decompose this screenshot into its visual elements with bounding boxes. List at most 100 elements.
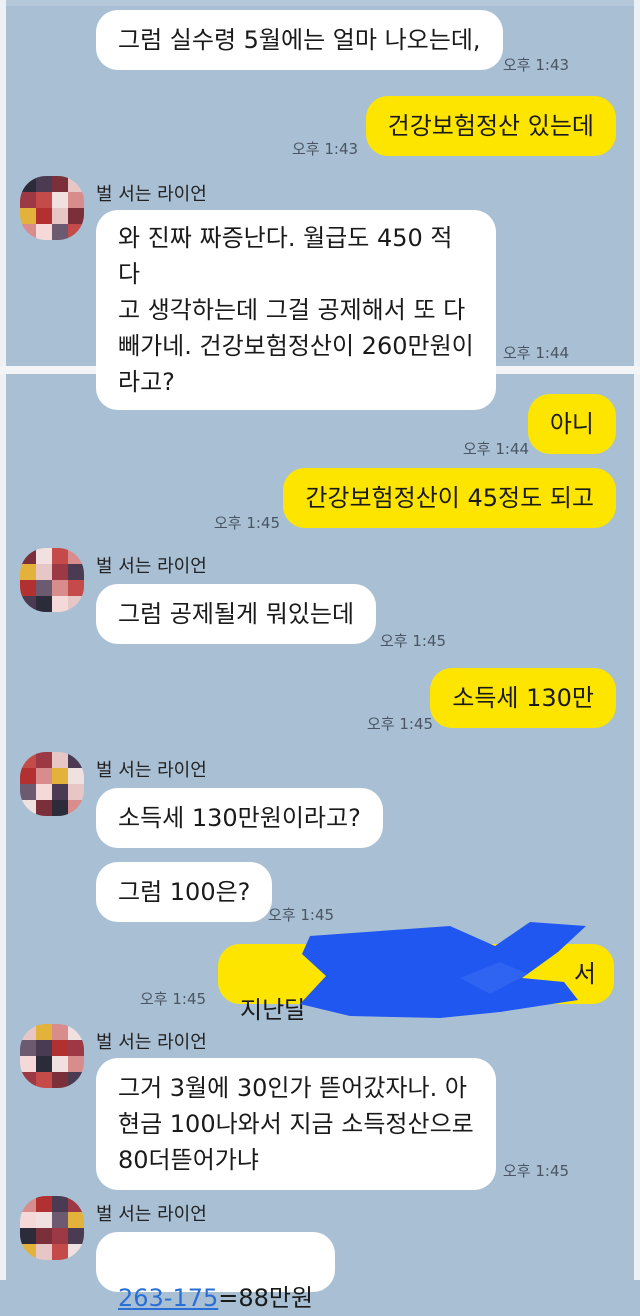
sender-name: 벌 서는 라이언 (96, 1032, 207, 1053)
avatar-tile (36, 800, 52, 816)
avatar-tile (20, 548, 36, 564)
avatar-tile (36, 768, 52, 784)
avatar-tile (68, 784, 84, 800)
avatar-tile (68, 800, 84, 816)
avatar-tile (36, 580, 52, 596)
avatar-tile (52, 784, 68, 800)
avatar-tile (36, 224, 52, 240)
avatar-tile (20, 224, 36, 240)
avatar-tile (52, 1024, 68, 1040)
avatar-tile (68, 1244, 84, 1260)
avatar-tile (52, 564, 68, 580)
avatar-tile (68, 1212, 84, 1228)
message-time: 오후 1:43 (503, 56, 570, 74)
avatar-tile (36, 176, 52, 192)
avatar-tile (52, 1056, 68, 1072)
message-time: 오후 1:45 (380, 632, 447, 650)
message-bubble-outgoing[interactable]: 건강보험정산 있는데 (365, 96, 616, 156)
avatar-tile (68, 752, 84, 768)
avatar-tile (52, 1244, 68, 1260)
avatar-tile (68, 1072, 84, 1088)
message-bubble-incoming[interactable]: 그럼 실수령 5월에는 얼마 나오는데, (96, 10, 503, 70)
phone-link[interactable]: 263-175 (118, 1284, 218, 1312)
avatar-tile (36, 1072, 52, 1088)
avatar-tile (52, 192, 68, 208)
sender-avatar[interactable] (20, 1024, 84, 1088)
avatar-tile (20, 176, 36, 192)
avatar-tile (36, 208, 52, 224)
avatar-tile (36, 564, 52, 580)
sender-name: 벌 서는 라이언 (96, 556, 207, 577)
avatar-tile (20, 1196, 36, 1212)
avatar-tile (20, 1212, 36, 1228)
avatar-tile (68, 208, 84, 224)
message-bubble-incoming[interactable]: 그거 3월에 30인가 뜯어갔자나. 아 현금 100나와서 지금 소득정산으로… (96, 1058, 496, 1190)
avatar-tile (36, 1040, 52, 1056)
avatar-tile (20, 564, 36, 580)
message-bubble-incoming[interactable]: 그럼 공제될게 뭐있는데 (96, 584, 377, 644)
sender-avatar[interactable] (20, 1196, 84, 1260)
avatar-tile (52, 580, 68, 596)
message-bubble-incoming[interactable]: 263-175=88만원 (96, 1232, 336, 1312)
avatar-tile (36, 1024, 52, 1040)
avatar-tile (68, 1056, 84, 1072)
sender-avatar[interactable] (20, 548, 84, 612)
avatar-tile (52, 752, 68, 768)
avatar-tile (68, 224, 84, 240)
avatar-tile (68, 1040, 84, 1056)
avatar-tile (20, 1024, 36, 1040)
avatar-tile (68, 192, 84, 208)
avatar-tile (20, 208, 36, 224)
avatar-tile (20, 580, 36, 596)
avatar-tile (20, 1244, 36, 1260)
avatar-tile (52, 176, 68, 192)
avatar-tile (68, 1196, 84, 1212)
avatar-tile (52, 596, 68, 612)
message-bubble-incoming[interactable]: 그럼 100은? (96, 862, 273, 922)
avatar-tile (36, 784, 52, 800)
sender-name: 벌 서는 라이언 (96, 184, 207, 205)
avatar-tile (20, 1056, 36, 1072)
message-bubble-outgoing[interactable]: 아니 (527, 394, 616, 454)
avatar-tile (68, 564, 84, 580)
screenshot-top-edge (0, 0, 640, 6)
screenshot-left-edge (0, 0, 6, 1280)
sender-avatar[interactable] (20, 752, 84, 816)
message-time: 오후 1:44 (463, 440, 530, 458)
message-bubble-incoming[interactable]: 와 진짜 짜증난다. 월급도 450 적다 고 생각하는데 그걸 공제해서 또 … (96, 210, 496, 410)
message-bubble-outgoing[interactable]: 간강보험정산이 45정도 되고 (283, 468, 616, 528)
avatar-tile (36, 1244, 52, 1260)
message-time: 오후 1:45 (503, 1162, 570, 1180)
message-bubble-incoming[interactable]: 소득세 130만원이라고? (96, 788, 383, 848)
message-time: 오후 1:45 (214, 514, 281, 532)
avatar-tile (20, 192, 36, 208)
message-time: 오후 1:43 (292, 140, 359, 158)
message-time: 오후 1:44 (503, 344, 570, 362)
avatar-tile (36, 596, 52, 612)
avatar-tile (36, 1228, 52, 1244)
message-time: 오후 1:45 (367, 715, 434, 733)
avatar-tile (68, 1228, 84, 1244)
message-time: 오후 1:45 (140, 990, 207, 1008)
avatar-tile (36, 192, 52, 208)
message-bubble-outgoing[interactable]: 소득세 130만 (430, 668, 616, 728)
avatar-tile (20, 800, 36, 816)
avatar-tile (20, 1072, 36, 1088)
avatar-tile (52, 768, 68, 784)
avatar-tile (52, 1196, 68, 1212)
sender-name: 벌 서는 라이언 (96, 760, 207, 781)
redaction-scribble (300, 922, 586, 1018)
avatar-tile (68, 1024, 84, 1040)
avatar-tile (52, 224, 68, 240)
avatar-tile (52, 1040, 68, 1056)
avatar-tile (20, 784, 36, 800)
screenshot-right-edge (634, 0, 640, 1280)
avatar-tile (68, 548, 84, 564)
avatar-tile (20, 596, 36, 612)
avatar-tile (52, 1212, 68, 1228)
sender-avatar[interactable] (20, 176, 84, 240)
avatar-tile (68, 580, 84, 596)
avatar-tile (20, 1228, 36, 1244)
avatar-tile (20, 1040, 36, 1056)
avatar-tile (36, 1212, 52, 1228)
